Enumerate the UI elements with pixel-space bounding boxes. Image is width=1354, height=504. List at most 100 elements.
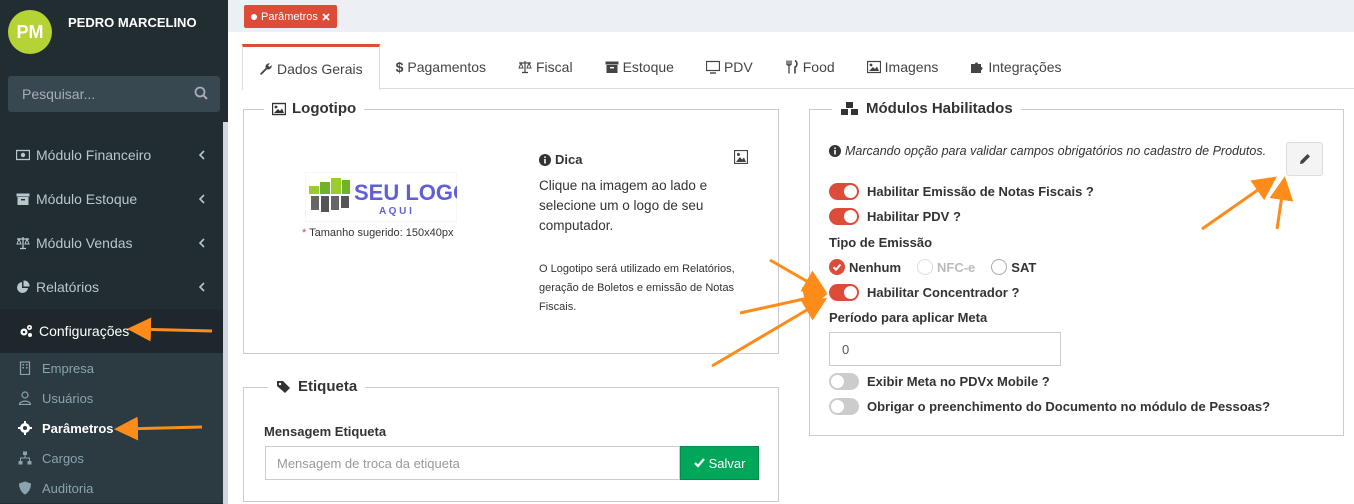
sidebar-subitem-empresa[interactable]: Empresa [0,353,228,383]
modulos-info: Marcando opção para validar campos obrig… [829,144,1266,158]
pencil-icon [1299,154,1310,164]
radio-label: NFC-e [937,259,976,275]
sidebar-item-label: Relatórios [36,279,100,295]
sidebar-subitem-usuarios[interactable]: Usuários [0,383,228,413]
radio-label: SAT [1011,259,1037,275]
puzzle-icon [971,62,983,73]
mensagem-etiqueta-label: Mensagem Etiqueta [264,424,387,439]
modulos-info-text: Marcando opção para validar campos obrig… [845,144,1267,158]
tab-pagamentos[interactable]: $ Pagamentos [380,44,502,89]
edit-button[interactable] [1286,142,1323,176]
sidebar-subitem-parametros[interactable]: Parâmetros [0,413,228,443]
info-icon [539,153,551,166]
tab-integracoes[interactable]: Integrações [954,44,1077,89]
toggle-label: Obrigar o preenchimento do Documento no … [867,399,1271,414]
chevron-left-icon [198,194,205,204]
tab-label: Fiscal [536,58,573,75]
dica-text: Clique na imagem ao lado e selecione um … [539,178,708,233]
tab-estoque[interactable]: Estoque [589,44,690,89]
dica-small-text: O Logotipo será utilizado em Relatórios,… [539,263,735,313]
pie-chart-icon [17,280,30,293]
toggle-label: Habilitar Emissão de Notas Fiscais ? [867,184,1094,199]
logo-text: SEU LOGO [354,180,457,205]
pdv-toggle[interactable] [829,208,859,225]
etiqueta-title: Etiqueta [298,378,358,395]
image-icon [866,60,881,73]
page-tag-label: Parâmetros [261,10,318,23]
tab-label: Integrações [988,58,1062,75]
page-tag-bar: Parâmetros [228,0,1354,32]
tab-label: Pagamentos [407,58,486,75]
sidebar: PM PEDRO MARCELINO Módulo Financeiro Mód… [0,0,228,504]
gear-icon [18,421,32,435]
concentrador-toggle[interactable] [829,284,859,301]
emissao-notas-toggle[interactable] [829,183,859,200]
exibir-meta-toggle[interactable] [829,373,859,390]
gears-icon [20,325,32,337]
modulos-title: Módulos Habilitados [866,100,1013,117]
search-input[interactable] [8,76,220,112]
logotipo-panel: Logotipo SEU LOGO A Q U I * Tamanho suge… [243,100,779,354]
toggle-label: Exibir Meta no PDVx Mobile ? [867,374,1050,389]
tab-dados-gerais[interactable]: Dados Gerais [242,44,380,90]
logo-size-hint: * Tamanho sugerido: 150x40px [302,227,453,239]
radio-label: Nenhum [849,259,901,275]
periodo-meta-label: Período para aplicar Meta [829,310,988,325]
archive-icon [16,193,30,205]
radio-sat[interactable] [991,259,1008,275]
sidebar-subitem-label: Auditoria [42,480,94,496]
building-icon [19,361,31,375]
tipo-emissao-radios: Nenhum NFC-e SAT [829,259,1048,275]
tab-label: PDV [723,58,753,75]
obrigar-documento-toggle[interactable] [829,398,859,415]
periodo-meta-input[interactable] [829,332,1061,366]
mensagem-etiqueta-input[interactable] [265,446,680,480]
image-upload-icon[interactable] [734,150,748,164]
sidebar-item-modulo-vendas[interactable]: Módulo Vendas [0,221,228,265]
image-icon [272,102,286,115]
toggle-label: Habilitar PDV ? [867,209,961,224]
dollar-icon: $ [395,58,404,75]
user-icon [18,391,32,405]
sidebar-subitem-auditoria[interactable]: Auditoria [0,473,228,503]
tab-pdv[interactable]: PDV [690,44,769,89]
logo-subtext: A Q U I [379,206,412,217]
radio-nfce[interactable] [917,259,933,275]
logotipo-legend: Logotipo [264,100,365,117]
user-panel: PM PEDRO MARCELINO [0,0,228,66]
save-button[interactable]: Salvar [680,446,759,480]
modulos-panel: Módulos Habilitados Marcando opção para … [809,100,1344,436]
search-icon[interactable] [194,86,208,100]
sidebar-item-modulo-estoque[interactable]: Módulo Estoque [0,177,228,221]
toggle-row-concentrador: Habilitar Concentrador ? [829,284,1019,301]
etiqueta-panel: Etiqueta Mensagem Etiqueta Salvar [243,378,779,502]
monitor-icon [705,60,720,74]
check-icon [693,458,705,468]
sidebar-item-relatorios[interactable]: Relatórios [0,265,228,309]
tab-fiscal[interactable]: Fiscal [502,44,589,89]
sidebar-subitem-label: Empresa [42,360,95,376]
tab-label: Imagens [884,58,939,75]
page-tag-parametros[interactable]: Parâmetros [244,5,337,28]
sidebar-item-modulo-financeiro[interactable]: Módulo Financeiro [0,133,228,177]
sidebar-subitem-label: Usuários [42,390,94,406]
avatar[interactable]: PM [8,10,52,54]
close-icon[interactable] [322,12,330,21]
cubes-icon [841,101,858,115]
toggle-label: Habilitar Concentrador ? [867,285,1020,300]
radio-nenhum[interactable] [829,259,845,275]
tab-imagens[interactable]: Imagens [851,44,955,89]
balance-scale-icon [16,237,30,250]
save-button-label: Salvar [708,455,746,471]
sidebar-subitem-cargos[interactable]: Cargos [0,443,228,473]
balance-scale-icon [518,60,532,73]
user-name: PEDRO MARCELINO [68,15,197,30]
money-icon [16,149,30,161]
logo-image[interactable]: SEU LOGO A Q U I [304,171,470,223]
settings-tabs: Dados Gerais $ Pagamentos Fiscal Estoque… [242,44,1354,90]
info-icon [829,145,841,157]
tab-food[interactable]: Food [769,44,851,89]
archive-icon [605,61,619,73]
sidebar-item-configuracoes[interactable]: Configurações [0,309,228,353]
chevron-left-icon [198,282,205,292]
